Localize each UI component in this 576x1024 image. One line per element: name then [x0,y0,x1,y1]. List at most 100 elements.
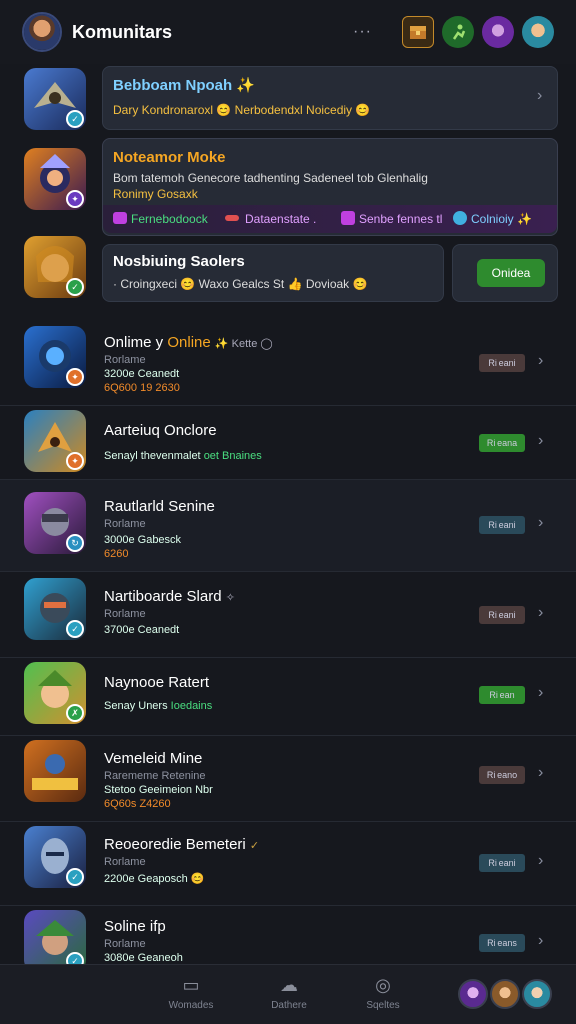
featured-card[interactable]: Nosbiuing Saolers · Croingxeci 😊 Waxo Ge… [102,244,444,302]
community-icon: ☁ [280,975,298,995]
sword-icon: ✗ [66,704,84,722]
chevron-right-icon[interactable]: › [538,432,543,450]
row-stat: 6Q60s Z4260 [104,798,171,810]
chevron-right-icon[interactable]: › [538,514,543,532]
row-meta: 3000e Gabesck [104,534,182,546]
list-item[interactable]: ✦ Onlime y Online ✨ Kette ◯ Rorlame 3200… [0,320,576,406]
check-icon: ✓ [66,278,84,296]
game-thumbnail: ✓ [24,826,86,888]
list-item[interactable]: ↻ Rautlarld Senine Rorlame 3000e Gabesck… [0,480,576,572]
online-button-card: Onidea [452,244,558,302]
tag-3-icon [341,211,355,225]
card-description: Bom tatemoh Genecore tadhenting Sadeneel… [113,171,428,185]
user-avatar[interactable] [22,12,62,52]
card-description: Dary Kondronaroxl 😊 Nerbodendxl Noicediy… [113,103,371,117]
game-thumbnail: ✓ [24,910,86,964]
chevron-right-icon[interactable]: › [538,852,543,870]
shield-icon: ✓ [66,952,84,964]
row-title: Onlime y Online ✨ Kette ◯ [104,334,273,351]
game-thumbnail[interactable]: ✓ [24,68,86,130]
list-item[interactable]: Vemeleid Mine Rarememe Retenine Stetoo G… [0,736,576,822]
row-subtitle: Rorlame [104,354,146,366]
shield-icon: ✓ [66,620,84,638]
chevron-right-icon[interactable]: › [537,87,542,105]
row-subtitle: Rorlame [104,608,146,620]
friend-avatar[interactable] [522,979,552,1009]
row-title: Reoeoredie Bemeteri ✓ [104,836,260,853]
status-badge: Ri eani [479,516,525,534]
chevron-right-icon[interactable]: › [538,764,543,782]
row-stat: 6Q600 19 2630 [104,382,180,394]
wizard-avatar-icon[interactable] [482,16,514,48]
chevron-right-icon[interactable]: › [538,604,543,622]
status-badge: Ri eano [479,766,525,784]
nav-community[interactable]: ☁ Dathere [254,975,324,1011]
row-meta: Senay Uners Ioedains [104,700,213,712]
status-badge: Ri ean [479,686,525,704]
online-button[interactable]: Onidea [477,259,545,287]
featured-card[interactable]: Noteamor Moke Bom tatemoh Genecore tadhe… [102,138,558,236]
status-badge: Ri eans [479,934,525,952]
nav-label: Dathere [271,1000,307,1011]
game-thumbnail: ↻ [24,492,86,554]
status-badge: Ri eani [479,854,525,872]
tag-2[interactable]: Dataenstate . [245,212,316,226]
more-icon[interactable]: ··· [353,23,372,41]
row-meta: 2200e Geaposch 😊 [104,873,205,885]
list-item[interactable]: ✗ Naynooe Ratert Senay Uners Ioedains Ri… [0,658,576,736]
list-item[interactable]: ✓ Nartiboarde Slard ✧ Rorlame 3700e Cean… [0,572,576,658]
community-list[interactable]: ✓ Bebboam Npoah ✨ Dary Kondronaroxl 😊 Ne… [0,64,576,964]
tag-2-icon [225,215,239,221]
runner-icon[interactable] [442,16,474,48]
row-meta: 3700e Ceanedt [104,624,180,636]
row-title: Rautlarld Senine [104,498,215,515]
hero-avatar-icon[interactable] [522,16,554,48]
friend-avatar[interactable] [490,979,520,1009]
bottom-nav: ▭ Womades ☁ Dathere ◎ Sqeltes [0,964,576,1024]
friend-avatar[interactable] [458,979,488,1009]
row-title: Soline ifp [104,918,166,935]
row-subtitle: Rorlame [104,518,146,530]
fire-icon: ✦ [66,452,84,470]
status-badge: Ri eana [479,434,525,452]
shield-icon: ✓ [66,868,84,886]
game-thumbnail: ✗ [24,662,86,724]
game-thumbnail: ✓ [24,578,86,640]
shield-icon: ✓ [66,110,84,128]
list-item[interactable]: ✦ Aarteiuq Onclore Senayl thevenmalet oe… [0,406,576,480]
home-icon: ▭ [182,975,200,995]
card-title: Nosbiuing Saolers [113,253,245,270]
tag-1-icon [113,212,127,224]
chest-icon[interactable] [402,16,434,48]
row-title: Nartiboarde Slard ✧ [104,588,235,605]
nav-label: Womades [168,1000,214,1011]
sparkle-icon: ✦ [66,190,84,208]
row-subtitle: Rorlame [104,856,146,868]
list-item[interactable]: ✓ Soline ifp Rorlame 3080e Geaneoh Ri ea… [0,906,576,964]
row-stat: 6260 [104,548,129,560]
featured-card[interactable]: Bebboam Npoah ✨ Dary Kondronaroxl 😊 Nerb… [102,66,558,130]
game-thumbnail: ✦ [24,326,86,388]
row-meta: Senayl thevenmalet oet Bnaines [104,450,262,462]
row-meta: 3080e Geaneoh [104,952,183,964]
status-badge: Ri eani [479,606,525,624]
tag-3[interactable]: Senbe fennes tl [359,212,442,226]
row-title: Vemeleid Mine [104,750,203,767]
tag-1[interactable]: Fernebodoock [131,212,208,226]
app-header: Komunitars ··· [0,0,576,64]
nav-settings[interactable]: ◎ Sqeltes [348,975,418,1011]
page-title: Komunitars [72,21,173,42]
tag-4[interactable]: Colnioiy ✨ [471,212,532,226]
card-description: · Croingxeci 😊 Waxo Gealcs St 👍 Dovioak … [113,277,368,291]
chevron-right-icon[interactable]: › [538,684,543,702]
chevron-right-icon[interactable]: › [538,932,543,950]
game-thumbnail [24,740,86,802]
list-item[interactable]: ✓ Reoeoredie Bemeteri ✓ Rorlame 2200e Ge… [0,822,576,906]
game-thumbnail[interactable]: ✦ [24,148,86,210]
nav-home[interactable]: ▭ Womades [156,975,226,1011]
chevron-right-icon[interactable]: › [538,352,543,370]
card-title: Noteamor Moke [113,149,226,166]
row-subtitle: Rarememe Retenine [104,770,206,782]
game-thumbnail[interactable]: ✓ [24,236,86,298]
settings-icon: ◎ [375,975,391,995]
